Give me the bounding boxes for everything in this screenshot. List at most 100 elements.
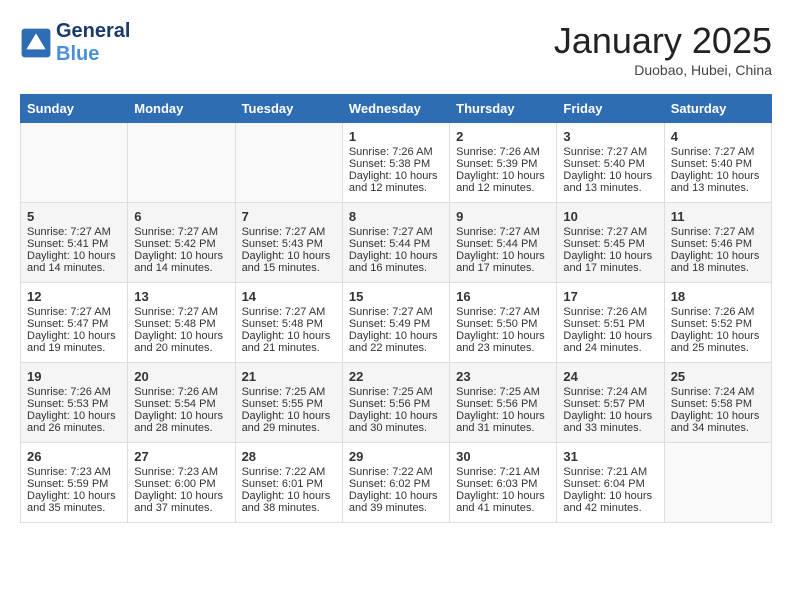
header-day-thursday: Thursday xyxy=(450,95,557,123)
day-number: 9 xyxy=(456,209,550,224)
day-info: Daylight: 10 hours xyxy=(134,410,228,422)
day-info: Sunrise: 7:26 AM xyxy=(27,386,121,398)
day-info: Daylight: 10 hours xyxy=(134,330,228,342)
day-info: Daylight: 10 hours xyxy=(242,330,336,342)
day-info: and 20 minutes. xyxy=(134,342,228,354)
day-info: Daylight: 10 hours xyxy=(456,250,550,262)
calendar-day-26: 26Sunrise: 7:23 AMSunset: 5:59 PMDayligh… xyxy=(21,443,128,523)
day-info: Daylight: 10 hours xyxy=(349,330,443,342)
day-info: Daylight: 10 hours xyxy=(349,250,443,262)
day-number: 28 xyxy=(242,449,336,464)
day-info: and 13 minutes. xyxy=(671,182,765,194)
day-info: Sunset: 5:53 PM xyxy=(27,398,121,410)
day-info: Sunrise: 7:27 AM xyxy=(27,226,121,238)
day-info: Sunset: 5:50 PM xyxy=(456,318,550,330)
day-number: 13 xyxy=(134,289,228,304)
day-info: and 18 minutes. xyxy=(671,262,765,274)
day-info: Daylight: 10 hours xyxy=(671,170,765,182)
calendar-day-25: 25Sunrise: 7:24 AMSunset: 5:58 PMDayligh… xyxy=(664,363,771,443)
day-info: Sunrise: 7:27 AM xyxy=(671,226,765,238)
day-info: Daylight: 10 hours xyxy=(671,410,765,422)
day-info: Sunset: 5:40 PM xyxy=(671,158,765,170)
day-info: and 13 minutes. xyxy=(563,182,657,194)
day-info: and 26 minutes. xyxy=(27,422,121,434)
day-number: 7 xyxy=(242,209,336,224)
calendar-day-31: 31Sunrise: 7:21 AMSunset: 6:04 PMDayligh… xyxy=(557,443,664,523)
day-info: Daylight: 10 hours xyxy=(563,330,657,342)
calendar-week-4: 19 Sunrise: 7:26 AMSunset: 5:53 PM Dayligh… xyxy=(21,363,772,443)
day-info: and 22 minutes. xyxy=(349,342,443,354)
calendar-day-16: 16Sunrise: 7:27 AMSunset: 5:50 PMDayligh… xyxy=(450,283,557,363)
day-info: Daylight: 10 hours xyxy=(563,170,657,182)
day-info: and 29 minutes. xyxy=(242,422,336,434)
day-info: Sunset: 5:47 PM xyxy=(27,318,121,330)
day-info: and 24 minutes. xyxy=(563,342,657,354)
day-info: and 17 minutes. xyxy=(563,262,657,274)
day-info: Daylight: 10 hours xyxy=(27,250,121,262)
day-info: Sunset: 5:39 PM xyxy=(456,158,550,170)
day-number: 12 xyxy=(27,289,121,304)
day-info: Sunset: 5:45 PM xyxy=(563,238,657,250)
day-info: and 38 minutes. xyxy=(242,502,336,514)
day-info: Daylight: 10 hours xyxy=(242,250,336,262)
calendar-day-8: 8Sunrise: 7:27 AMSunset: 5:44 PMDaylight… xyxy=(342,203,449,283)
day-info: and 42 minutes. xyxy=(563,502,657,514)
day-info: Sunrise: 7:27 AM xyxy=(134,226,228,238)
day-info: Sunset: 6:04 PM xyxy=(563,478,657,490)
day-info: Daylight: 10 hours xyxy=(563,250,657,262)
logo-icon xyxy=(20,27,52,59)
day-info: Sunrise: 7:27 AM xyxy=(242,226,336,238)
calendar-empty-cell xyxy=(21,123,128,203)
day-number: 16 xyxy=(456,289,550,304)
day-info: Daylight: 10 hours xyxy=(456,170,550,182)
day-info: Sunrise: 7:27 AM xyxy=(671,146,765,158)
day-info: Sunrise: 7:27 AM xyxy=(349,226,443,238)
day-info: Sunset: 5:42 PM xyxy=(134,238,228,250)
day-info: Daylight: 10 hours xyxy=(563,410,657,422)
day-info: Sunrise: 7:21 AM xyxy=(456,466,550,478)
day-info: Sunrise: 7:27 AM xyxy=(349,306,443,318)
day-info: Sunrise: 7:23 AM xyxy=(27,466,121,478)
day-number: 14 xyxy=(242,289,336,304)
calendar-header-row: SundayMondayTuesdayWednesdayThursdayFrid… xyxy=(21,95,772,123)
calendar-week-5: 26Sunrise: 7:23 AMSunset: 5:59 PMDayligh… xyxy=(21,443,772,523)
header-day-monday: Monday xyxy=(128,95,235,123)
day-info: Sunrise: 7:27 AM xyxy=(27,306,121,318)
calendar-day-17: 17Sunrise: 7:26 AMSunset: 5:51 PMDayligh… xyxy=(557,283,664,363)
day-info: Daylight: 10 hours xyxy=(242,490,336,502)
day-info: Sunrise: 7:25 AM xyxy=(456,386,550,398)
day-info: and 25 minutes. xyxy=(671,342,765,354)
calendar-day-20: 20Sunrise: 7:26 AMSunset: 5:54 PMDayligh… xyxy=(128,363,235,443)
calendar-day-6: 6Sunrise: 7:27 AMSunset: 5:42 PMDaylight… xyxy=(128,203,235,283)
day-info: and 12 minutes. xyxy=(456,182,550,194)
day-info: Sunset: 6:02 PM xyxy=(349,478,443,490)
day-number: 29 xyxy=(349,449,443,464)
day-info: Daylight: 10 hours xyxy=(27,490,121,502)
day-info: Sunrise: 7:27 AM xyxy=(456,306,550,318)
day-info: Sunset: 5:51 PM xyxy=(563,318,657,330)
day-info: Sunset: 5:58 PM xyxy=(671,398,765,410)
calendar-day-19: 19Sunrise: 7:26 AMSunset: 5:53 PMDayligh… xyxy=(21,363,128,443)
day-info: Sunrise: 7:27 AM xyxy=(134,306,228,318)
calendar-day-27: 27Sunrise: 7:23 AMSunset: 6:00 PMDayligh… xyxy=(128,443,235,523)
day-number: 6 xyxy=(134,209,228,224)
day-info: and 12 minutes. xyxy=(349,182,443,194)
calendar-day-14: 14Sunrise: 7:27 AMSunset: 5:48 PMDayligh… xyxy=(235,283,342,363)
day-info: Sunset: 6:00 PM xyxy=(134,478,228,490)
day-info: Sunset: 5:55 PM xyxy=(242,398,336,410)
day-info: Sunrise: 7:26 AM xyxy=(671,306,765,318)
day-number: 19 xyxy=(27,369,121,384)
logo-line2: Blue xyxy=(56,43,130,66)
day-number: 2 xyxy=(456,129,550,144)
header-day-saturday: Saturday xyxy=(664,95,771,123)
day-number: 17 xyxy=(563,289,657,304)
day-info: Sunrise: 7:25 AM xyxy=(349,386,443,398)
day-info: and 14 minutes. xyxy=(134,262,228,274)
calendar-day-15: 15Sunrise: 7:27 AMSunset: 5:49 PMDayligh… xyxy=(342,283,449,363)
day-number: 27 xyxy=(134,449,228,464)
calendar-day-23: 23Sunrise: 7:25 AMSunset: 5:56 PMDayligh… xyxy=(450,363,557,443)
day-number: 31 xyxy=(563,449,657,464)
calendar-day-29: 29Sunrise: 7:22 AMSunset: 6:02 PMDayligh… xyxy=(342,443,449,523)
day-number: 8 xyxy=(349,209,443,224)
day-number: 21 xyxy=(242,369,336,384)
